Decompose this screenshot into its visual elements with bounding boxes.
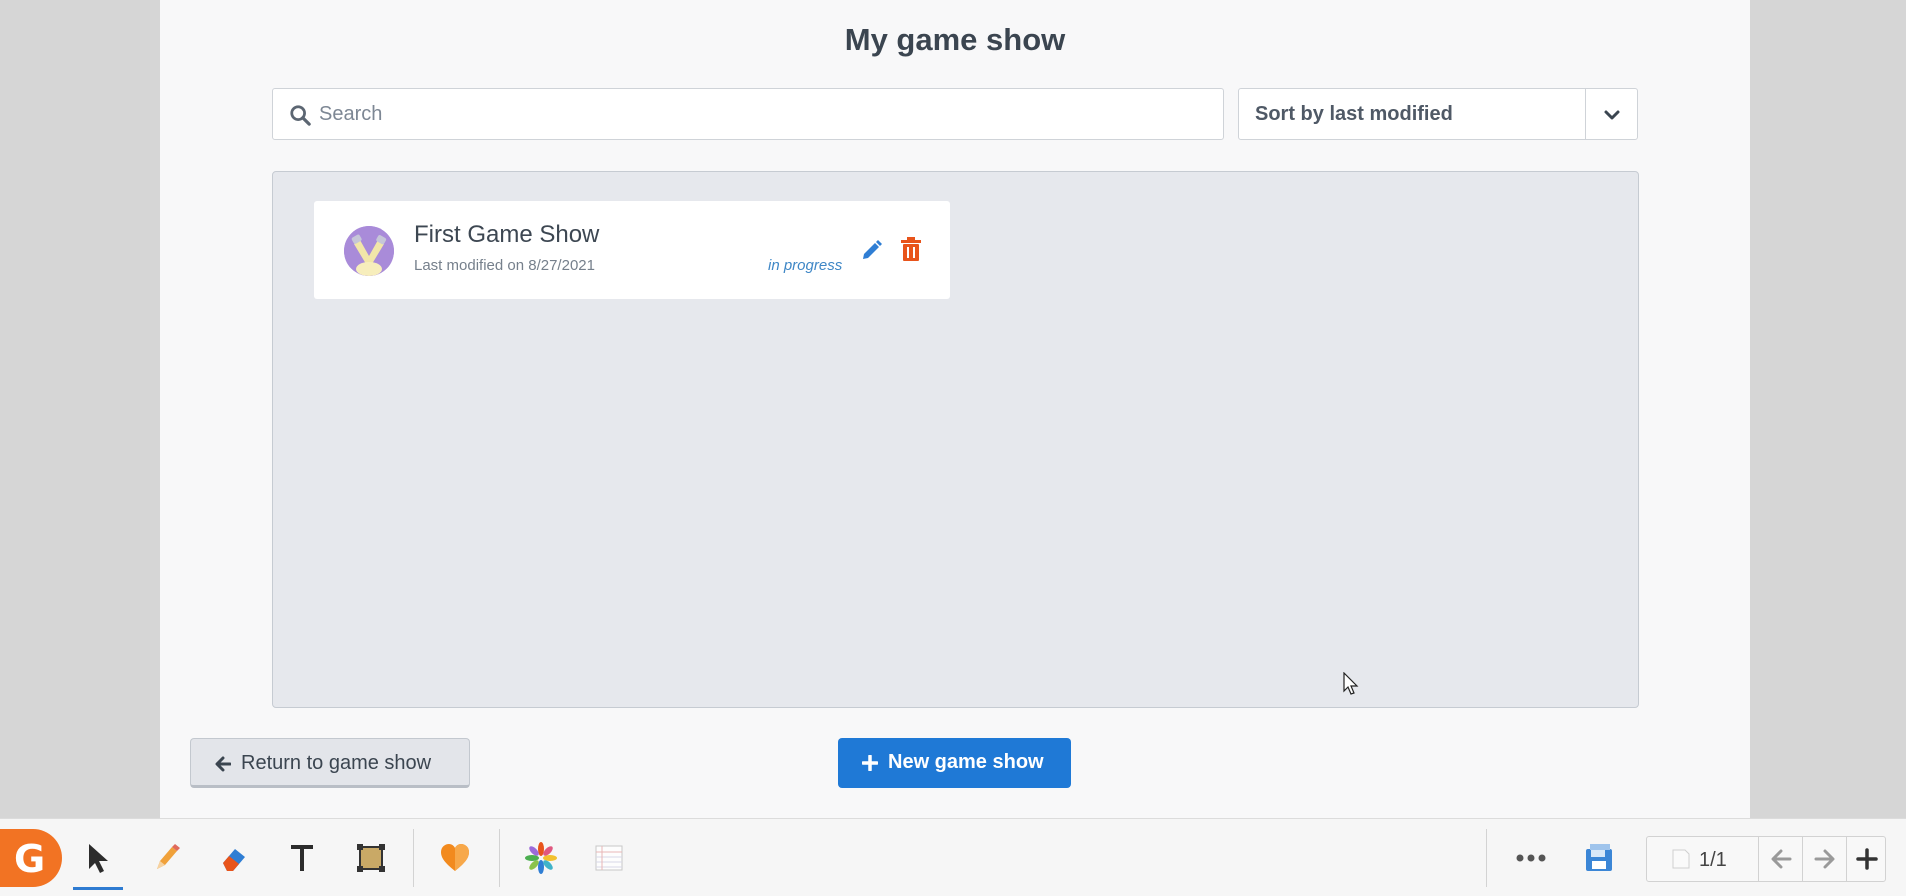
game-avatar: [344, 226, 394, 276]
toolbar-divider: [499, 829, 500, 887]
sort-toggle[interactable]: [1585, 89, 1637, 139]
text-tool[interactable]: [271, 819, 333, 896]
eraser-tool[interactable]: [203, 819, 265, 896]
apps-tool[interactable]: [509, 819, 571, 896]
text-icon: [291, 845, 313, 871]
plus-icon: [1856, 848, 1878, 870]
main-panel: My game show Sort by last modified: [160, 0, 1750, 818]
notes-tool[interactable]: [577, 819, 639, 896]
toolbar-divider: [1486, 829, 1487, 887]
game-title: First Game Show: [414, 221, 600, 248]
shape-icon: [357, 844, 385, 872]
stickers-tool[interactable]: [423, 819, 485, 896]
chevron-down-icon: [1604, 110, 1620, 120]
search-box[interactable]: [272, 88, 1224, 140]
next-page-button[interactable]: [1802, 837, 1846, 881]
save-icon: [1586, 844, 1612, 871]
arrow-right-icon: [1814, 849, 1835, 869]
mouse-cursor-icon: [1343, 672, 1359, 695]
eraser-icon: [223, 849, 245, 871]
app-logo[interactable]: G: [0, 829, 62, 887]
toolbar-divider: [413, 829, 414, 887]
page-indicator: 1/1: [1699, 849, 1727, 871]
arrow-left-icon: [215, 756, 231, 772]
search-icon: [290, 105, 311, 126]
game-status: in progress: [768, 257, 843, 274]
pencil-tool[interactable]: [135, 819, 197, 896]
pencil-icon[interactable]: [860, 237, 884, 261]
plus-icon: [862, 755, 878, 771]
pencil-icon: [157, 844, 180, 869]
active-tool-indicator: [73, 887, 123, 890]
new-game-show-button[interactable]: New game show: [838, 738, 1071, 788]
sort-label: Sort by last modified: [1255, 103, 1453, 125]
game-card[interactable]: First Game Show Last modified on 8/27/20…: [314, 201, 950, 299]
pinwheel-icon: [525, 842, 557, 874]
bottom-toolbar: G 1/1: [0, 818, 1906, 896]
pointer-icon: [89, 844, 108, 873]
page-navigator: 1/1: [1646, 836, 1886, 882]
new-game-show-label: New game show: [888, 751, 1044, 773]
more-icon: [1516, 854, 1546, 862]
search-input[interactable]: [319, 89, 1199, 139]
return-button[interactable]: Return to game show: [190, 738, 470, 788]
heart-icon: [441, 844, 469, 871]
select-tool[interactable]: [67, 819, 129, 896]
arrow-left-icon: [1771, 849, 1792, 869]
trash-icon[interactable]: [900, 237, 922, 261]
more-options-button[interactable]: [1498, 819, 1560, 896]
previous-page-button[interactable]: [1758, 837, 1802, 881]
app-logo-letter: G: [14, 837, 46, 881]
sort-select[interactable]: Sort by last modified: [1238, 88, 1638, 140]
add-page-button[interactable]: [1846, 837, 1885, 881]
page-title: My game show: [844, 22, 1066, 57]
page-icon: [1672, 849, 1690, 869]
game-list: First Game Show Last modified on 8/27/20…: [272, 171, 1639, 708]
game-modified: Last modified on 8/27/2021: [414, 257, 595, 274]
return-button-label: Return to game show: [241, 752, 432, 774]
notepad-icon: [595, 845, 623, 871]
shape-tool[interactable]: [339, 819, 401, 896]
save-button[interactable]: [1566, 819, 1628, 896]
